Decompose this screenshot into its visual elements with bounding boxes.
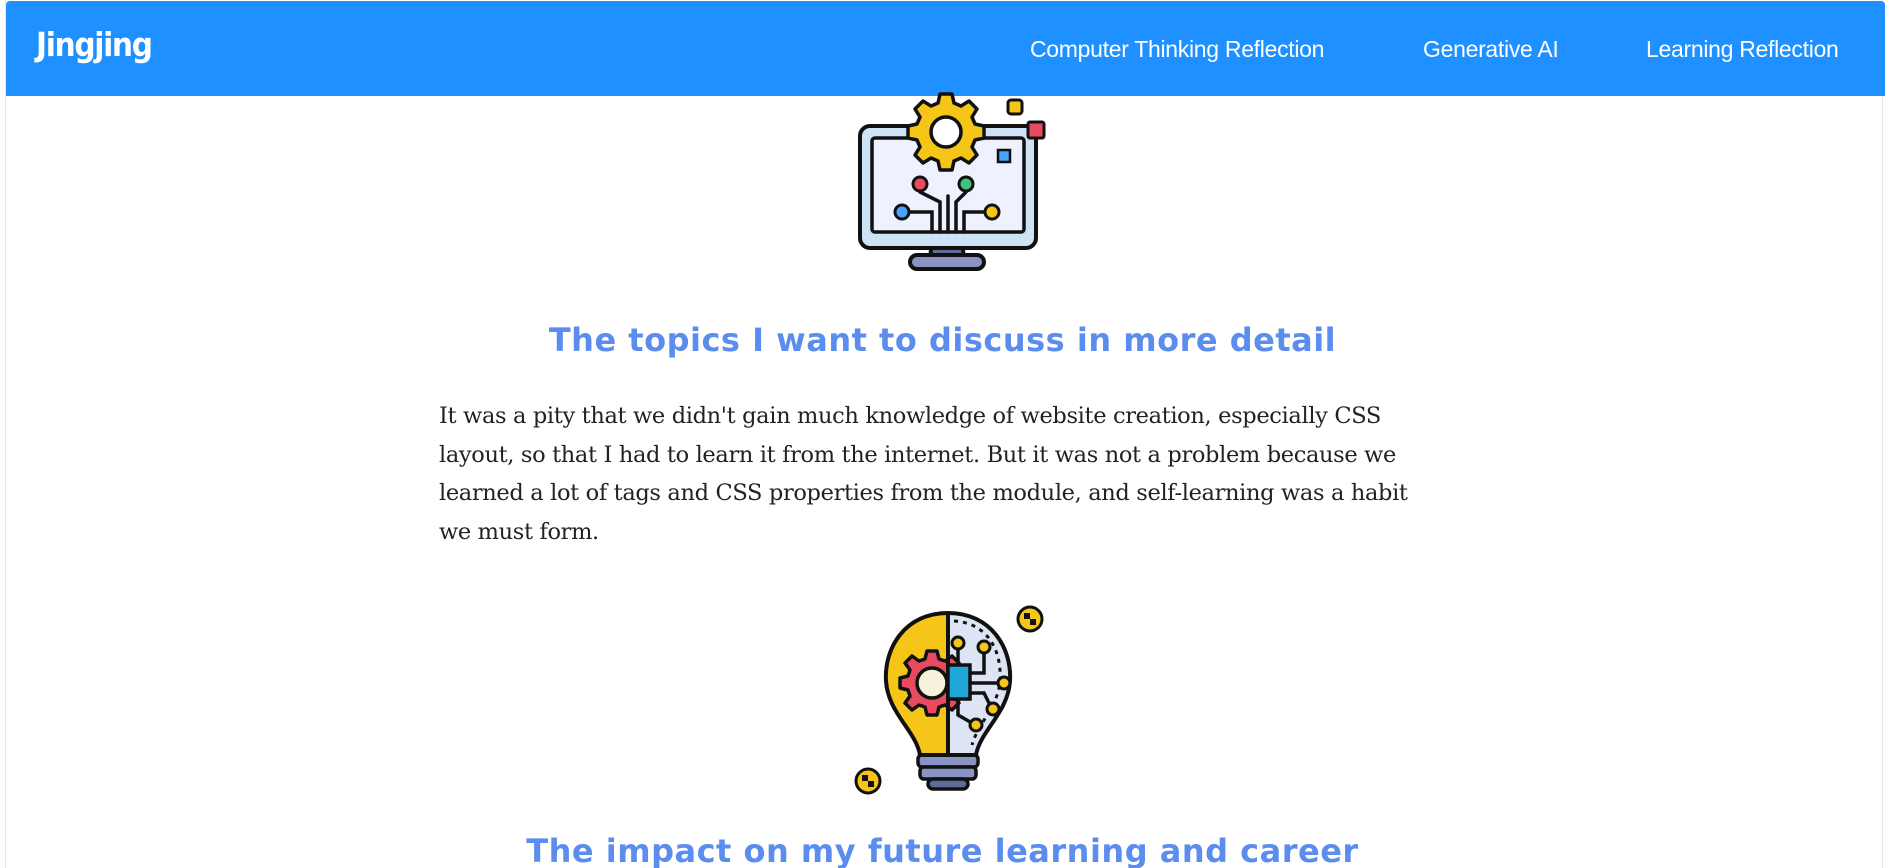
section-heading-impact: The impact on my future learning and car…: [526, 832, 1359, 868]
nav-link-computer-thinking-reflection[interactable]: Computer Thinking Reflection: [1030, 36, 1324, 63]
nav-link-learning-reflection[interactable]: Learning Reflection: [1646, 36, 1839, 63]
nav-link-generative-ai[interactable]: Generative AI: [1423, 36, 1559, 63]
nav-links: Computer Thinking Reflection Generative …: [6, 36, 1885, 66]
section-heading-topics: The topics I want to discuss in more det…: [548, 321, 1337, 359]
page-left-border: [0, 0, 6, 868]
computer-gear-circuit-icon: [850, 92, 1048, 284]
lightbulb-gear-circuit-icon: [850, 603, 1050, 795]
section-body-topics: It was a pity that we didn't gain much k…: [439, 403, 1408, 545]
top-navbar: Jingjing Computer Thinking Reflection Ge…: [6, 1, 1885, 96]
